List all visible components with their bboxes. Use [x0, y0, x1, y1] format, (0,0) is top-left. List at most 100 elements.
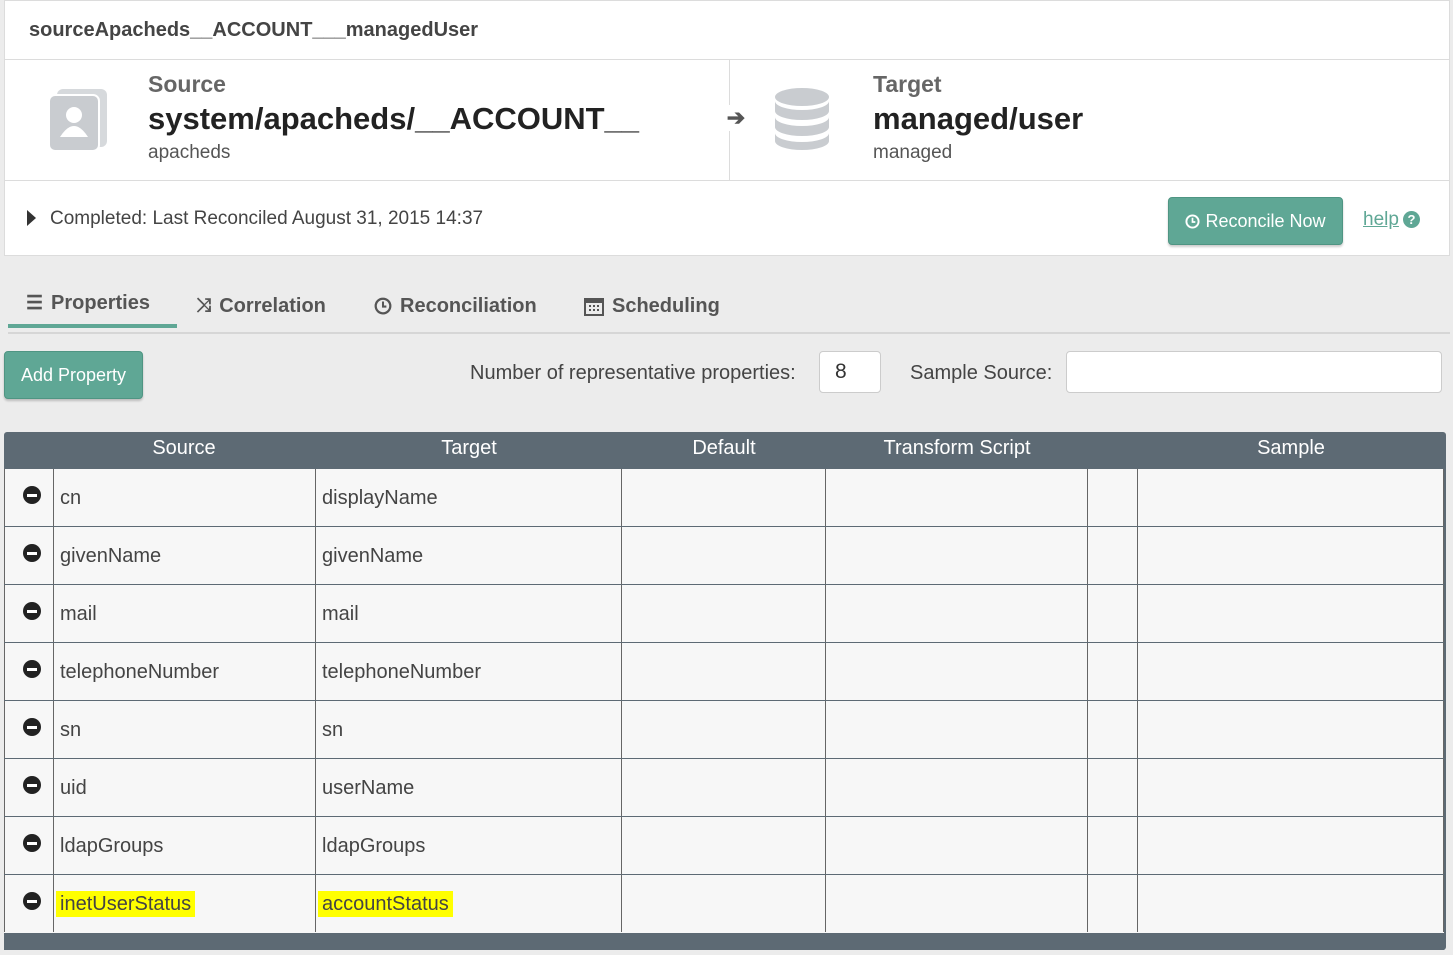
clock-icon: [374, 297, 392, 315]
num-properties-label: Number of representative properties:: [470, 362, 796, 384]
transform-script-cell[interactable]: [826, 643, 1088, 700]
mapping-header-panel: sourceApacheds__ACCOUNT___managedUser So…: [4, 0, 1450, 256]
mapping-title: sourceApacheds__ACCOUNT___managedUser: [29, 19, 479, 41]
table-row[interactable]: cn displayName: [4, 468, 1444, 527]
add-property-button[interactable]: Add Property: [4, 351, 143, 399]
column-header-sample[interactable]: Sample: [1138, 432, 1444, 468]
sample-source-label: Sample Source:: [910, 362, 1053, 384]
default-cell[interactable]: [622, 759, 826, 816]
tab-reconciliation[interactable]: Reconciliation: [374, 282, 537, 330]
default-cell[interactable]: [622, 701, 826, 758]
sample-cell: [1138, 875, 1444, 932]
num-properties-input[interactable]: 8: [819, 351, 881, 393]
target-cell[interactable]: userName: [316, 759, 622, 816]
shuffle-icon: ⤨: [196, 295, 212, 316]
default-cell[interactable]: [622, 643, 826, 700]
remove-property-icon[interactable]: [23, 776, 41, 794]
target-cell[interactable]: givenName: [316, 527, 622, 584]
reconcile-status-toggle[interactable]: Completed: Last Reconciled August 31, 20…: [27, 208, 483, 230]
grid-footer: [4, 936, 1444, 950]
spacer-cell: [1088, 875, 1138, 932]
source-cell[interactable]: ldapGroups: [54, 817, 316, 874]
calendar-icon: [584, 298, 604, 316]
sample-cell: [1138, 759, 1444, 816]
target-cell[interactable]: ldapGroups: [316, 817, 622, 874]
list-icon: ☰: [26, 292, 44, 314]
target-cell[interactable]: telephoneNumber: [316, 643, 622, 700]
reconcile-now-label: Reconcile Now: [1205, 210, 1326, 231]
tab-correlation[interactable]: ⤨ Correlation: [196, 282, 326, 330]
source-cell[interactable]: cn: [54, 469, 316, 526]
source-cell[interactable]: telephoneNumber: [54, 643, 316, 700]
sample-source-input[interactable]: [1066, 351, 1442, 393]
reconcile-status-text: Completed: Last Reconciled August 31, 20…: [50, 208, 484, 229]
default-cell[interactable]: [622, 527, 826, 584]
source-cell[interactable]: sn: [54, 701, 316, 758]
transform-script-cell[interactable]: [826, 469, 1088, 526]
table-row[interactable]: ldapGroups ldapGroups: [4, 816, 1444, 875]
divider: [5, 59, 1449, 60]
remove-property-icon[interactable]: [23, 834, 41, 852]
database-icon: [775, 88, 829, 150]
source-cell[interactable]: mail: [54, 585, 316, 642]
source-cell[interactable]: givenName: [54, 527, 316, 584]
remove-property-icon[interactable]: [23, 892, 41, 910]
sample-cell: [1138, 817, 1444, 874]
target-cell[interactable]: sn: [316, 701, 622, 758]
highlighted-target-value: accountStatus: [318, 891, 453, 917]
transform-script-cell[interactable]: [826, 817, 1088, 874]
table-row[interactable]: givenName givenName: [4, 526, 1444, 585]
default-cell[interactable]: [622, 817, 826, 874]
help-link[interactable]: help?: [1363, 209, 1420, 231]
target-label: Target: [873, 71, 942, 97]
spacer-cell: [1088, 701, 1138, 758]
divider: [5, 180, 1449, 181]
target-name: managed: [873, 142, 953, 163]
tab-properties[interactable]: ☰ Properties: [8, 282, 177, 328]
tab-scheduling[interactable]: Scheduling: [584, 282, 720, 330]
mapping-tabs: ☰ Properties ⤨ Correlation Reconciliation …: [8, 282, 1450, 334]
transform-script-cell[interactable]: [826, 585, 1088, 642]
transform-script-cell[interactable]: [826, 701, 1088, 758]
transform-script-cell[interactable]: [826, 759, 1088, 816]
spacer-cell: [1088, 643, 1138, 700]
column-header-default[interactable]: Default: [622, 432, 826, 468]
target-cell[interactable]: mail: [316, 585, 622, 642]
default-cell[interactable]: [622, 875, 826, 932]
sample-cell: [1138, 527, 1444, 584]
question-circle-icon: ?: [1402, 211, 1420, 228]
transform-script-cell[interactable]: [826, 875, 1088, 932]
column-header-source[interactable]: Source: [54, 432, 314, 468]
column-header-target[interactable]: Target: [316, 432, 622, 468]
remove-property-icon[interactable]: [23, 660, 41, 678]
reconcile-now-button[interactable]: Reconcile Now: [1168, 197, 1343, 245]
transform-script-cell[interactable]: [826, 527, 1088, 584]
table-row[interactable]: inetUserStatus accountStatus: [4, 874, 1444, 933]
spacer-cell: [1088, 585, 1138, 642]
remove-property-icon[interactable]: [23, 602, 41, 620]
target-cell[interactable]: accountStatus: [316, 875, 622, 932]
source-cell[interactable]: inetUserStatus: [54, 875, 316, 932]
column-header-transform-script[interactable]: Transform Script: [826, 432, 1088, 468]
source-label: Source: [148, 71, 226, 97]
source-path: system/apacheds/__ACCOUNT__: [148, 101, 640, 136]
default-cell[interactable]: [622, 469, 826, 526]
sample-cell: [1138, 585, 1444, 642]
table-row[interactable]: telephoneNumber telephoneNumber: [4, 642, 1444, 701]
remove-property-icon[interactable]: [23, 486, 41, 504]
source-cell[interactable]: uid: [54, 759, 316, 816]
spacer-cell: [1088, 759, 1138, 816]
target-cell[interactable]: displayName: [316, 469, 622, 526]
target-path: managed/user: [873, 101, 1084, 136]
arrow-right-icon: ➔: [725, 105, 747, 131]
table-row[interactable]: mail mail: [4, 584, 1444, 643]
remove-property-icon[interactable]: [23, 718, 41, 736]
table-row[interactable]: uid userName: [4, 758, 1444, 817]
highlighted-source-value: inetUserStatus: [56, 891, 196, 917]
default-cell[interactable]: [622, 585, 826, 642]
user-card-icon: [48, 89, 107, 151]
remove-property-icon[interactable]: [23, 544, 41, 562]
caret-right-icon: [27, 210, 36, 226]
table-row[interactable]: sn sn: [4, 700, 1444, 759]
property-mapping-grid: Source Target Default Transform Script S…: [4, 432, 1446, 950]
